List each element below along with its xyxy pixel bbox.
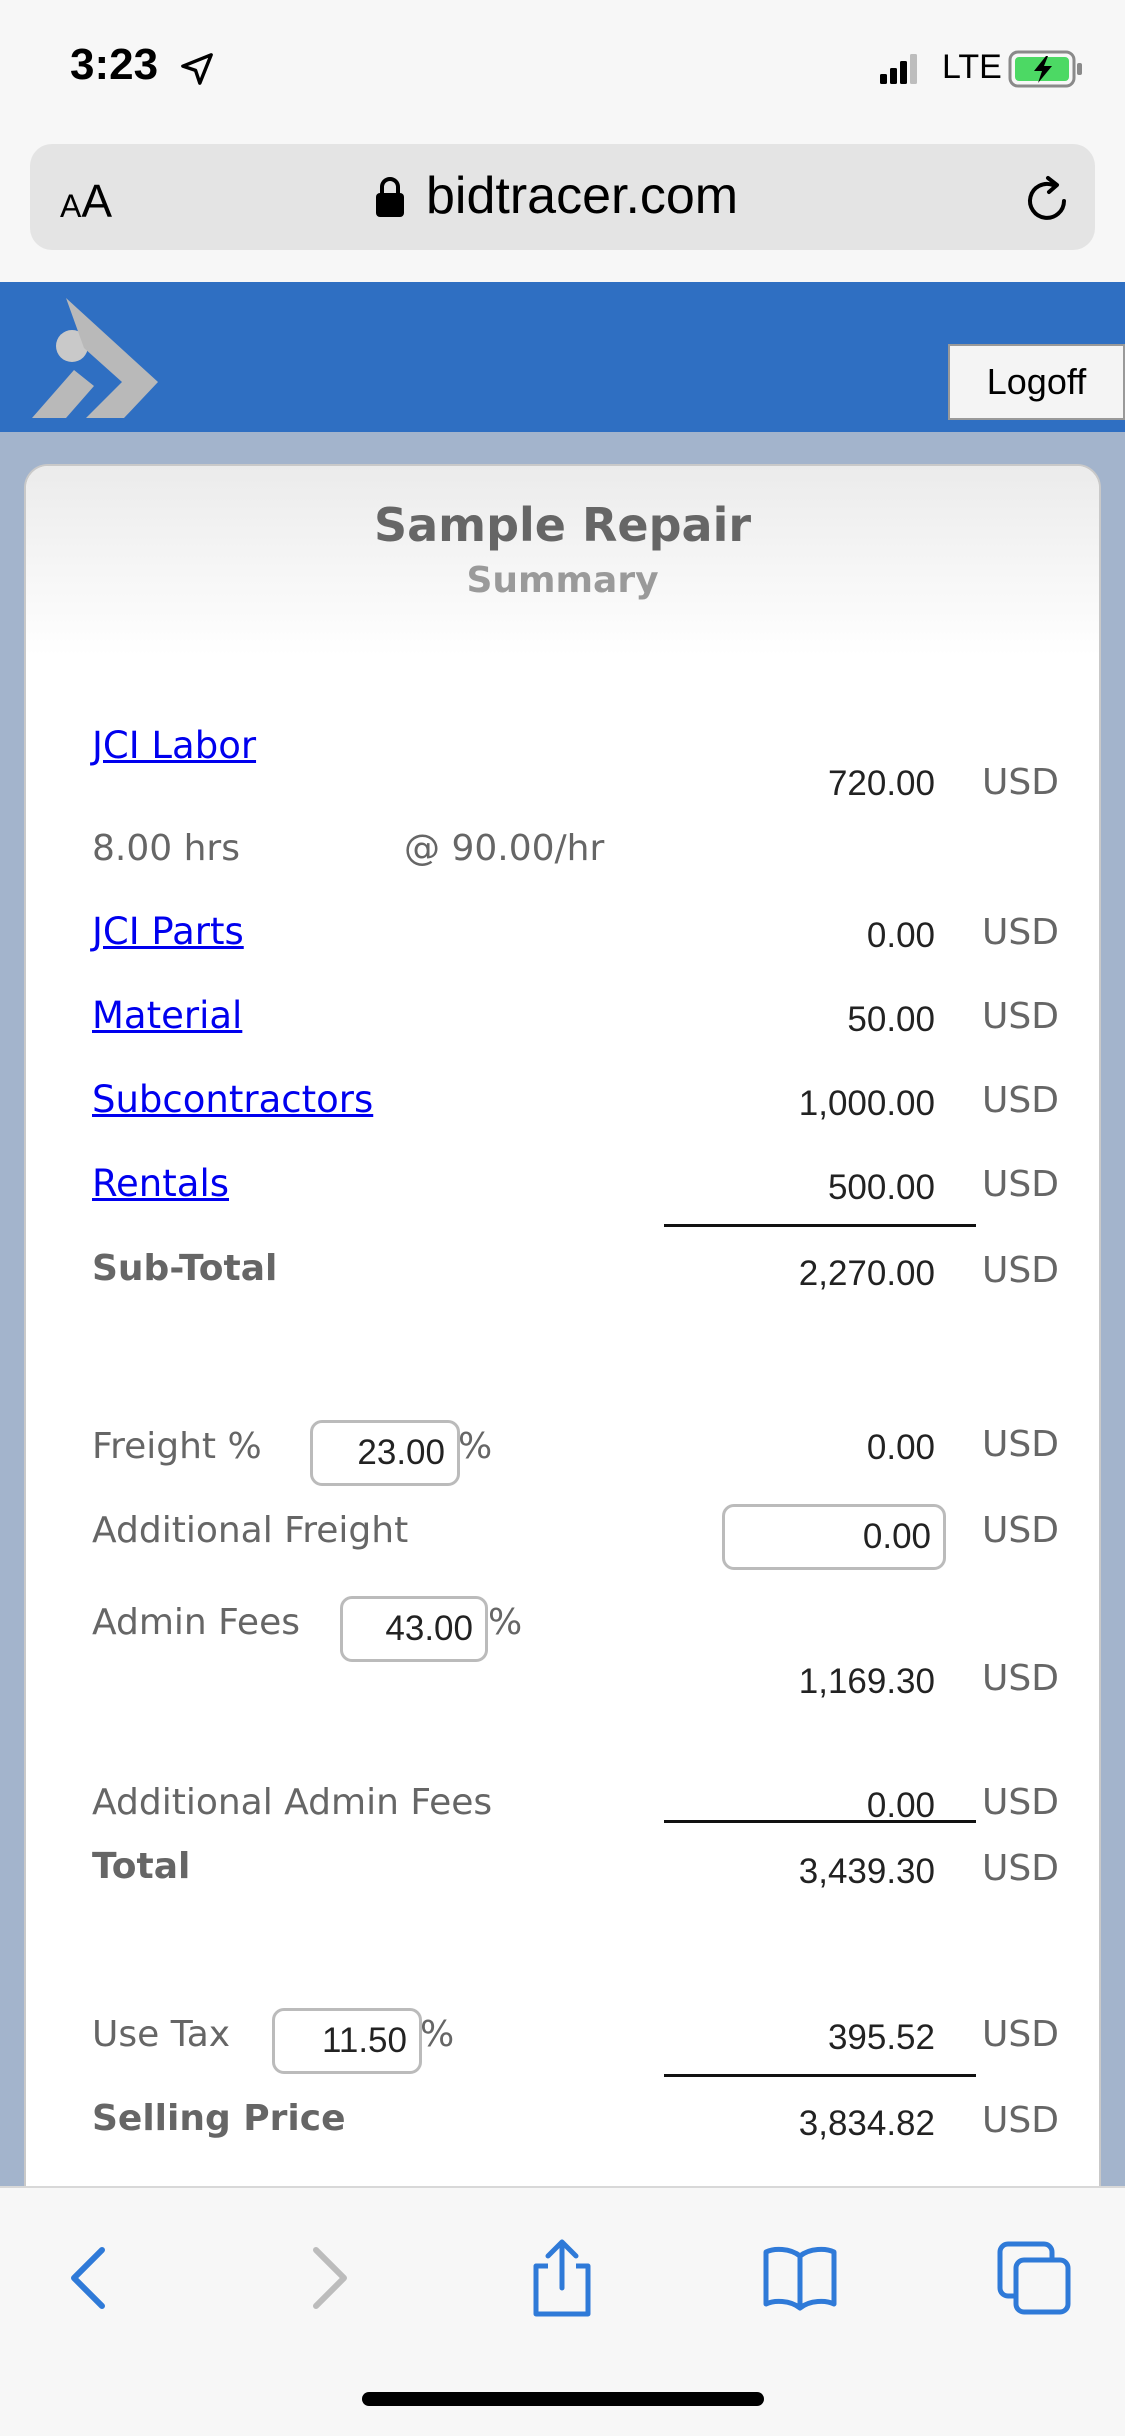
- selling-price-divider: [664, 2074, 976, 2077]
- use-tax-percent-sign: %: [420, 2014, 455, 2055]
- address-bar[interactable]: AA bidtracer.com: [30, 144, 1095, 250]
- reader-text-size-button[interactable]: AA: [60, 174, 112, 228]
- admin-fees-amount: 1,169.30: [798, 1662, 935, 1701]
- currency-label: USD: [982, 996, 1059, 1037]
- material-link[interactable]: Material: [92, 994, 242, 1037]
- freight-amount: 0.00: [866, 1428, 935, 1467]
- freight-percent-sign: %: [458, 1426, 493, 1467]
- tabs-icon[interactable]: [994, 2238, 1074, 2318]
- reload-icon[interactable]: [1020, 174, 1074, 228]
- use-tax-amount: 395.52: [827, 2018, 935, 2057]
- selling-price-label: Selling Price: [92, 2098, 346, 2139]
- status-time: 3:23: [70, 40, 159, 89]
- location-arrow-icon: [181, 53, 213, 85]
- labor-amount: 720.00: [827, 764, 935, 803]
- subtotal-divider: [664, 1224, 976, 1227]
- admin-fees-percent-input[interactable]: 43.00: [340, 1596, 488, 1662]
- status-bar: 3:23 LTE: [0, 0, 1125, 140]
- material-amount: 50.00: [847, 1000, 935, 1039]
- additional-freight-input[interactable]: 0.00: [722, 1504, 946, 1570]
- share-icon[interactable]: [522, 2238, 602, 2318]
- subcontractors-amount: 1,000.00: [798, 1084, 935, 1123]
- subtotal-label: Sub-Total: [92, 1248, 278, 1289]
- cellular-signal-icon: [880, 54, 917, 84]
- currency-label: USD: [982, 1782, 1059, 1823]
- subcontractors-link[interactable]: Subcontractors: [92, 1078, 373, 1121]
- rentals-link[interactable]: Rentals: [92, 1162, 229, 1205]
- logoff-button[interactable]: Logoff: [948, 344, 1125, 420]
- bidtracer-logo: [32, 298, 158, 418]
- url-text[interactable]: bidtracer.com: [426, 166, 738, 226]
- additional-freight-label: Additional Freight: [92, 1510, 409, 1551]
- network-type: LTE: [942, 48, 1002, 86]
- back-icon[interactable]: [52, 2238, 132, 2318]
- currency-label: USD: [982, 1080, 1059, 1121]
- currency-label: USD: [982, 762, 1059, 803]
- additional-admin-fees-label: Additional Admin Fees: [92, 1782, 493, 1823]
- jci-parts-link[interactable]: JCI Parts: [92, 910, 244, 953]
- currency-label: USD: [982, 1164, 1059, 1205]
- currency-label: USD: [982, 2100, 1059, 2141]
- currency-label: USD: [982, 1250, 1059, 1291]
- currency-label: USD: [982, 912, 1059, 953]
- labor-hours: 8.00 hrs: [92, 828, 240, 869]
- lock-icon: [376, 177, 404, 217]
- home-indicator: [362, 2392, 764, 2406]
- forward-icon[interactable]: [286, 2238, 366, 2318]
- total-label: Total: [92, 1846, 191, 1887]
- rentals-amount: 500.00: [827, 1168, 935, 1207]
- admin-fees-percent-sign: %: [488, 1602, 523, 1643]
- currency-label: USD: [982, 1848, 1059, 1889]
- battery-charging-icon: [1008, 50, 1082, 88]
- freight-label: Freight %: [92, 1426, 262, 1467]
- use-tax-label: Use Tax: [92, 2014, 231, 2055]
- parts-amount: 0.00: [866, 916, 935, 955]
- currency-label: USD: [982, 1424, 1059, 1465]
- admin-fees-label: Admin Fees: [92, 1602, 300, 1643]
- currency-label: USD: [982, 2014, 1059, 2055]
- total-amount: 3,439.30: [798, 1852, 935, 1891]
- card-header: Sample Repair Summary: [26, 466, 1099, 656]
- page-subtitle: Summary: [466, 560, 659, 601]
- selling-price-amount: 3,834.82: [798, 2104, 935, 2143]
- bookmarks-icon[interactable]: [760, 2238, 840, 2318]
- labor-rate: @ 90.00/hr: [404, 828, 605, 869]
- page-title: Sample Repair: [373, 498, 752, 552]
- currency-label: USD: [982, 1658, 1059, 1699]
- use-tax-percent-input[interactable]: 11.50: [272, 2008, 422, 2074]
- total-divider: [664, 1820, 976, 1823]
- subtotal-amount: 2,270.00: [798, 1254, 935, 1293]
- summary-card: Sample Repair Summary JCI Labor 720.00 U…: [24, 464, 1101, 2224]
- freight-percent-input[interactable]: 23.00: [310, 1420, 460, 1486]
- app-header: Logoff: [0, 282, 1125, 432]
- currency-label: USD: [982, 1510, 1059, 1551]
- jci-labor-link[interactable]: JCI Labor: [92, 724, 256, 767]
